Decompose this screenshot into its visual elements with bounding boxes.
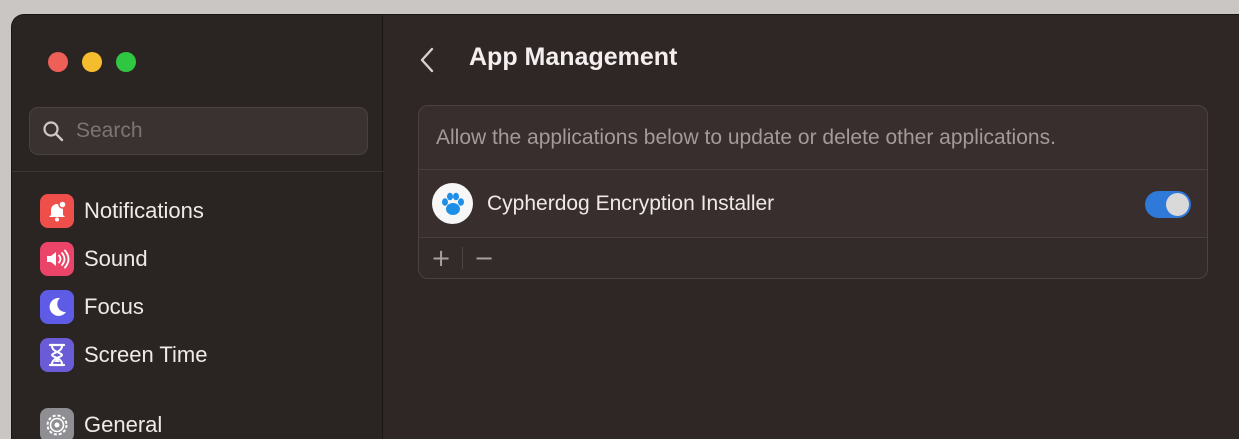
sidebar-nav: Notifications Sound Focus Screen Time Ge…	[40, 187, 208, 439]
app-toggle[interactable]	[1145, 191, 1191, 218]
page-title: App Management	[469, 43, 678, 71]
speaker-icon	[40, 242, 74, 276]
footer-divider	[462, 247, 463, 269]
chevron-left-icon	[420, 47, 434, 73]
settings-window: Notifications Sound	[12, 15, 1239, 439]
close-button[interactable]	[48, 52, 68, 72]
back-button[interactable]	[413, 45, 441, 75]
toggle-knob	[1166, 193, 1189, 216]
moon-icon	[40, 290, 74, 324]
search-icon	[43, 121, 64, 142]
panel-description: Allow the applications below to update o…	[419, 106, 1207, 170]
sidebar-item-general[interactable]: General	[40, 401, 208, 439]
remove-button[interactable]: −	[472, 246, 496, 270]
sidebar-divider	[12, 171, 383, 172]
sidebar-item-screen-time[interactable]: Screen Time	[40, 331, 208, 379]
search-field[interactable]	[29, 107, 368, 155]
sidebar-item-label: Sound	[84, 246, 148, 271]
gear-icon	[40, 408, 74, 439]
sidebar-item-label: General	[84, 412, 163, 437]
sidebar-item-label: Screen Time	[84, 342, 208, 367]
zoom-button[interactable]	[116, 52, 136, 72]
sidebar-item-label: Focus	[84, 294, 144, 319]
sidebar-item-label: Notifications	[84, 198, 204, 223]
panel-footer: + −	[419, 238, 1207, 278]
search-input[interactable]	[76, 119, 346, 143]
sidebar-item-focus[interactable]: Focus	[40, 283, 208, 331]
add-button[interactable]: +	[429, 246, 453, 270]
sidebar: Notifications Sound	[12, 15, 383, 439]
list-item[interactable]: Cypherdog Encryption Installer	[419, 170, 1207, 238]
minimize-button[interactable]	[82, 52, 102, 72]
traffic-lights	[48, 52, 136, 72]
hourglass-icon	[40, 338, 74, 372]
sidebar-item-notifications[interactable]: Notifications	[40, 187, 208, 235]
sidebar-item-sound[interactable]: Sound	[40, 235, 208, 283]
main-content: App Management Allow the applications be…	[383, 15, 1239, 439]
app-management-panel: Allow the applications below to update o…	[418, 105, 1208, 279]
paw-icon	[432, 183, 473, 224]
bell-badge-icon	[40, 194, 74, 228]
app-name: Cypherdog Encryption Installer	[487, 191, 775, 215]
